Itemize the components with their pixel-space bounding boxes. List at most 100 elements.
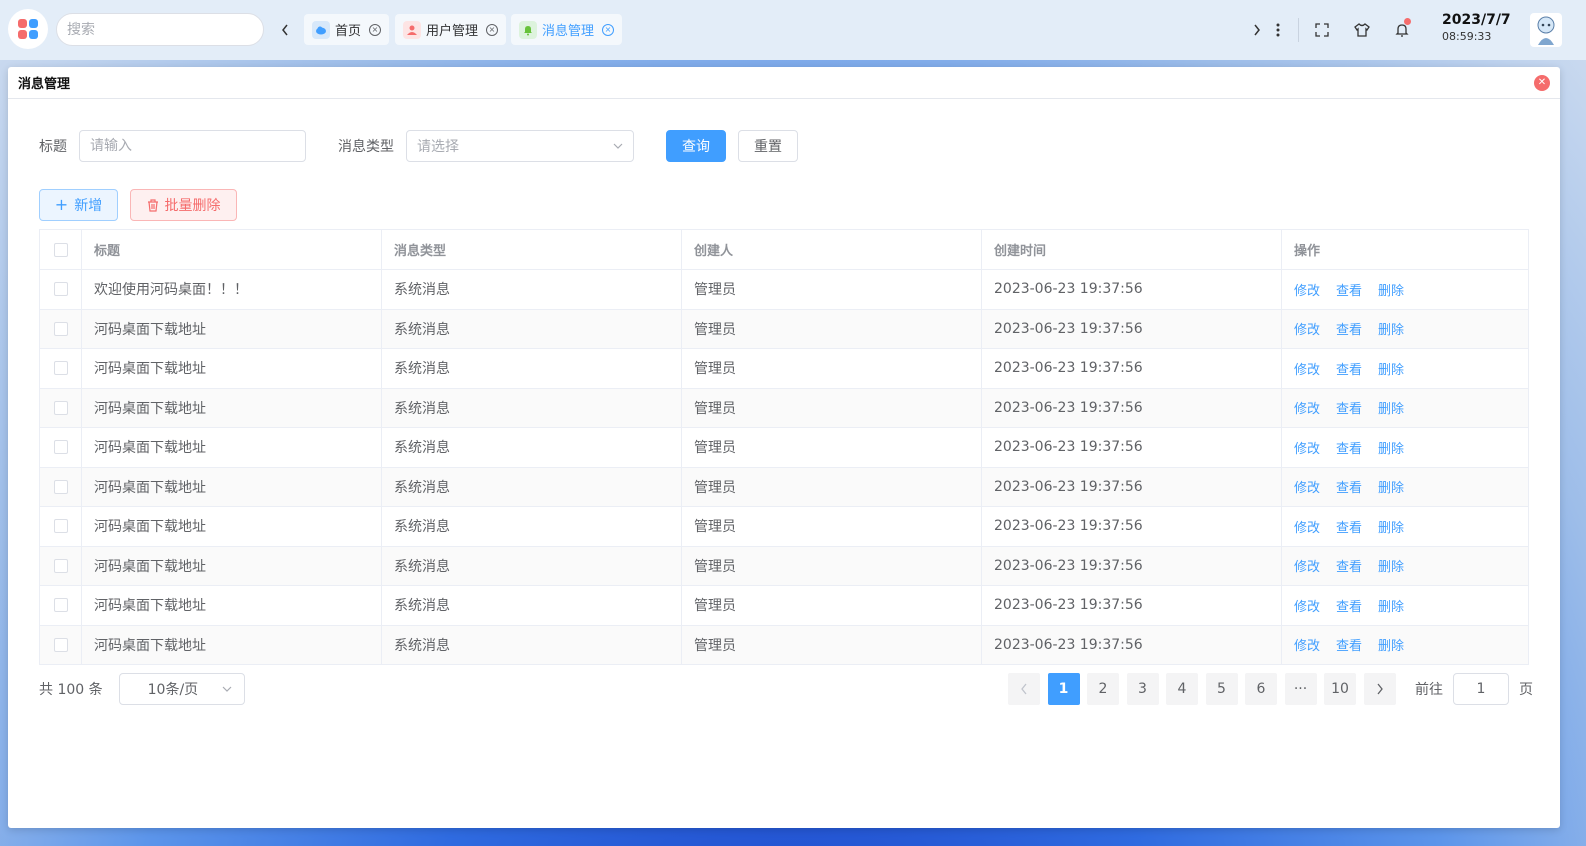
avatar[interactable] (1530, 13, 1562, 47)
view-link[interactable]: 查看 (1336, 600, 1362, 615)
delete-link[interactable]: 删除 (1378, 639, 1404, 654)
notification-bell-icon[interactable] (1392, 18, 1412, 40)
fullscreen-icon[interactable] (1312, 20, 1332, 40)
close-icon[interactable]: × (486, 23, 499, 36)
prev-page-button[interactable] (1008, 673, 1040, 705)
view-link[interactable]: 查看 (1336, 521, 1362, 536)
edit-link[interactable]: 修改 (1294, 600, 1320, 615)
edit-link[interactable]: 修改 (1294, 363, 1320, 378)
select-all-cell (39, 229, 82, 270)
view-link[interactable]: 查看 (1336, 481, 1362, 496)
shirt-icon[interactable] (1352, 20, 1372, 40)
row-checkbox[interactable] (53, 637, 68, 652)
close-icon[interactable]: × (602, 23, 615, 36)
edit-link[interactable]: 修改 (1294, 442, 1320, 457)
row-select-cell (39, 466, 82, 507)
cell-created: 2023-06-23 19:37:56 (981, 545, 1282, 586)
page-button-1[interactable]: 1 (1047, 673, 1080, 705)
reset-button[interactable]: 重置 (738, 130, 798, 162)
table-row: 河码桌面下载地址 系统消息 管理员 2023-06-23 19:37:56 修改 查看 删除 (39, 506, 1529, 547)
table-row: 欢迎使用河码桌面！！！ 系统消息 管理员 2023-06-23 19:37:56 修改 查… (39, 269, 1529, 310)
cell-created: 2023-06-23 19:37:56 (981, 466, 1282, 507)
row-checkbox[interactable] (53, 598, 68, 613)
title-filter-input[interactable] (79, 130, 306, 162)
row-select-cell (39, 427, 82, 468)
delete-link[interactable]: 删除 (1378, 521, 1404, 536)
next-page-button[interactable] (1363, 673, 1396, 705)
bell-icon (519, 20, 537, 39)
add-button[interactable]: + 新增 (39, 189, 118, 221)
row-checkbox[interactable] (53, 479, 68, 494)
page-ellipsis[interactable]: ··· (1284, 673, 1317, 705)
view-link[interactable]: 查看 (1336, 284, 1362, 299)
cell-created: 2023-06-23 19:37:56 (981, 585, 1282, 626)
edit-link[interactable]: 修改 (1294, 639, 1320, 654)
page-button-last[interactable]: 10 (1324, 673, 1356, 705)
cell-created: 2023-06-23 19:37:56 (981, 269, 1282, 310)
close-icon[interactable]: × (369, 23, 382, 36)
column-header: 标题 (81, 229, 382, 270)
view-link[interactable]: 查看 (1336, 560, 1362, 575)
edit-link[interactable]: 修改 (1294, 521, 1320, 536)
goto-page-input[interactable] (1453, 673, 1509, 705)
tab-user-management[interactable]: 用户管理 × (395, 14, 507, 45)
row-checkbox[interactable] (53, 400, 68, 415)
chevron-left-icon[interactable] (275, 18, 295, 42)
select-all-checkbox[interactable] (53, 242, 68, 257)
chevron-right-icon[interactable] (1247, 20, 1267, 40)
tab-message-management[interactable]: 消息管理 × (511, 14, 623, 45)
cell-creator: 管理员 (681, 506, 982, 547)
tab-label: 消息管理 (542, 24, 595, 39)
delete-link[interactable]: 删除 (1378, 363, 1404, 378)
row-checkbox[interactable] (53, 440, 68, 455)
view-link[interactable]: 查看 (1336, 402, 1362, 417)
cell-actions: 修改 查看 删除 (1281, 308, 1529, 349)
delete-link[interactable]: 删除 (1378, 284, 1404, 299)
page-button-4[interactable]: 4 (1166, 673, 1198, 705)
cell-created: 2023-06-23 19:37:56 (981, 427, 1282, 468)
view-link[interactable]: 查看 (1336, 639, 1362, 654)
delete-link[interactable]: 删除 (1378, 442, 1404, 457)
edit-link[interactable]: 修改 (1294, 402, 1320, 417)
row-checkbox[interactable] (53, 282, 68, 297)
tab-home[interactable]: 首页 × (304, 14, 390, 45)
row-checkbox[interactable] (53, 519, 68, 534)
page-button-3[interactable]: 3 (1126, 673, 1159, 705)
page-button-6[interactable]: 6 (1245, 673, 1277, 705)
edit-link[interactable]: 修改 (1294, 284, 1320, 299)
edit-link[interactable]: 修改 (1294, 323, 1320, 338)
query-button[interactable]: 查询 (666, 130, 726, 162)
type-filter-select[interactable]: 请选择 (406, 130, 634, 162)
row-checkbox[interactable] (53, 321, 68, 336)
delete-link[interactable]: 删除 (1378, 600, 1404, 615)
page-button-5[interactable]: 5 (1205, 673, 1238, 705)
search-input[interactable] (56, 13, 264, 46)
page-button-2[interactable]: 2 (1087, 673, 1119, 705)
table-row: 河码桌面下载地址 系统消息 管理员 2023-06-23 19:37:56 修改 查看 删除 (39, 466, 1529, 507)
edit-link[interactable]: 修改 (1294, 560, 1320, 575)
cell-title: 河码桌面下载地址 (81, 624, 382, 665)
edit-link[interactable]: 修改 (1294, 481, 1320, 496)
cell-title: 河码桌面下载地址 (81, 585, 382, 626)
table-toolbar: + 新增 批量删除 (39, 189, 237, 221)
row-checkbox[interactable] (53, 558, 68, 573)
cloud-icon (312, 20, 330, 39)
page-size-select[interactable]: 10条/页 (118, 673, 245, 705)
view-link[interactable]: 查看 (1336, 442, 1362, 457)
cell-created: 2023-06-23 19:37:56 (981, 308, 1282, 349)
delete-link[interactable]: 删除 (1378, 402, 1404, 417)
type-filter-placeholder: 请选择 (417, 139, 459, 155)
delete-link[interactable]: 删除 (1378, 481, 1404, 496)
row-select-cell (39, 624, 82, 665)
delete-link[interactable]: 删除 (1378, 560, 1404, 575)
close-window-icon[interactable]: ✕ (1534, 75, 1550, 91)
more-vertical-icon[interactable] (1268, 20, 1288, 40)
app-logo[interactable] (8, 9, 48, 49)
delete-link[interactable]: 删除 (1378, 323, 1404, 338)
view-link[interactable]: 查看 (1336, 363, 1362, 378)
cell-created: 2023-06-23 19:37:56 (981, 387, 1282, 428)
batch-delete-button[interactable]: 批量删除 (130, 189, 237, 221)
cell-actions: 修改 查看 删除 (1281, 506, 1529, 547)
view-link[interactable]: 查看 (1336, 323, 1362, 338)
row-checkbox[interactable] (53, 361, 68, 376)
